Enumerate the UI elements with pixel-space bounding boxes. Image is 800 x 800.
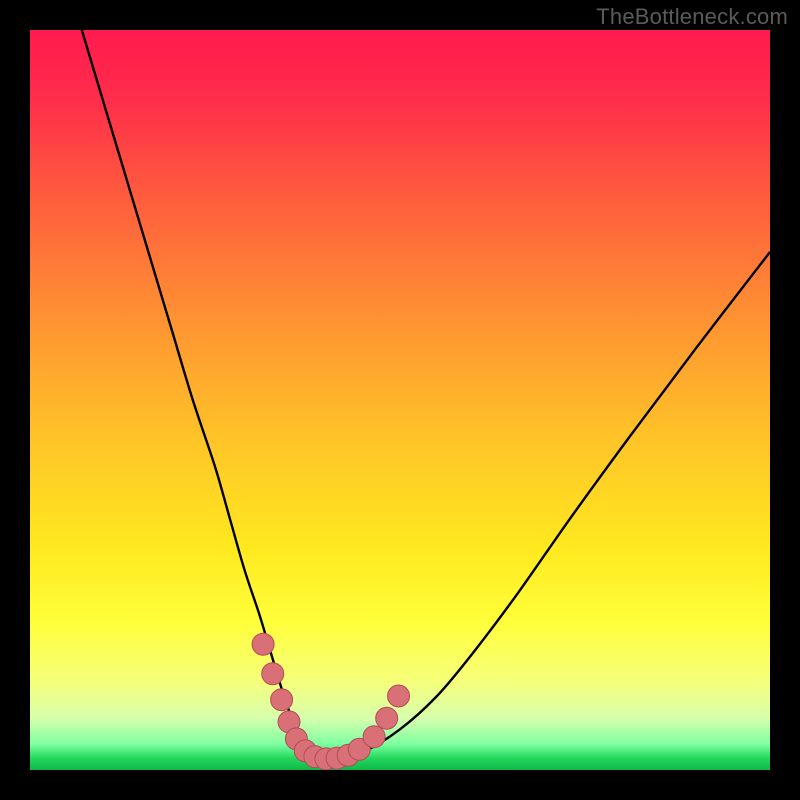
marker-dot	[376, 707, 398, 729]
marker-dot	[271, 689, 293, 711]
highlight-markers	[252, 633, 409, 770]
watermark-text: TheBottleneck.com	[596, 4, 788, 30]
bottleneck-curve	[82, 30, 770, 759]
marker-dot	[262, 663, 284, 685]
marker-dot	[363, 726, 385, 748]
plot-area	[30, 30, 770, 770]
curve-layer	[30, 30, 770, 770]
chart-frame: TheBottleneck.com	[0, 0, 800, 800]
marker-dot	[388, 685, 410, 707]
marker-dot	[252, 633, 274, 655]
